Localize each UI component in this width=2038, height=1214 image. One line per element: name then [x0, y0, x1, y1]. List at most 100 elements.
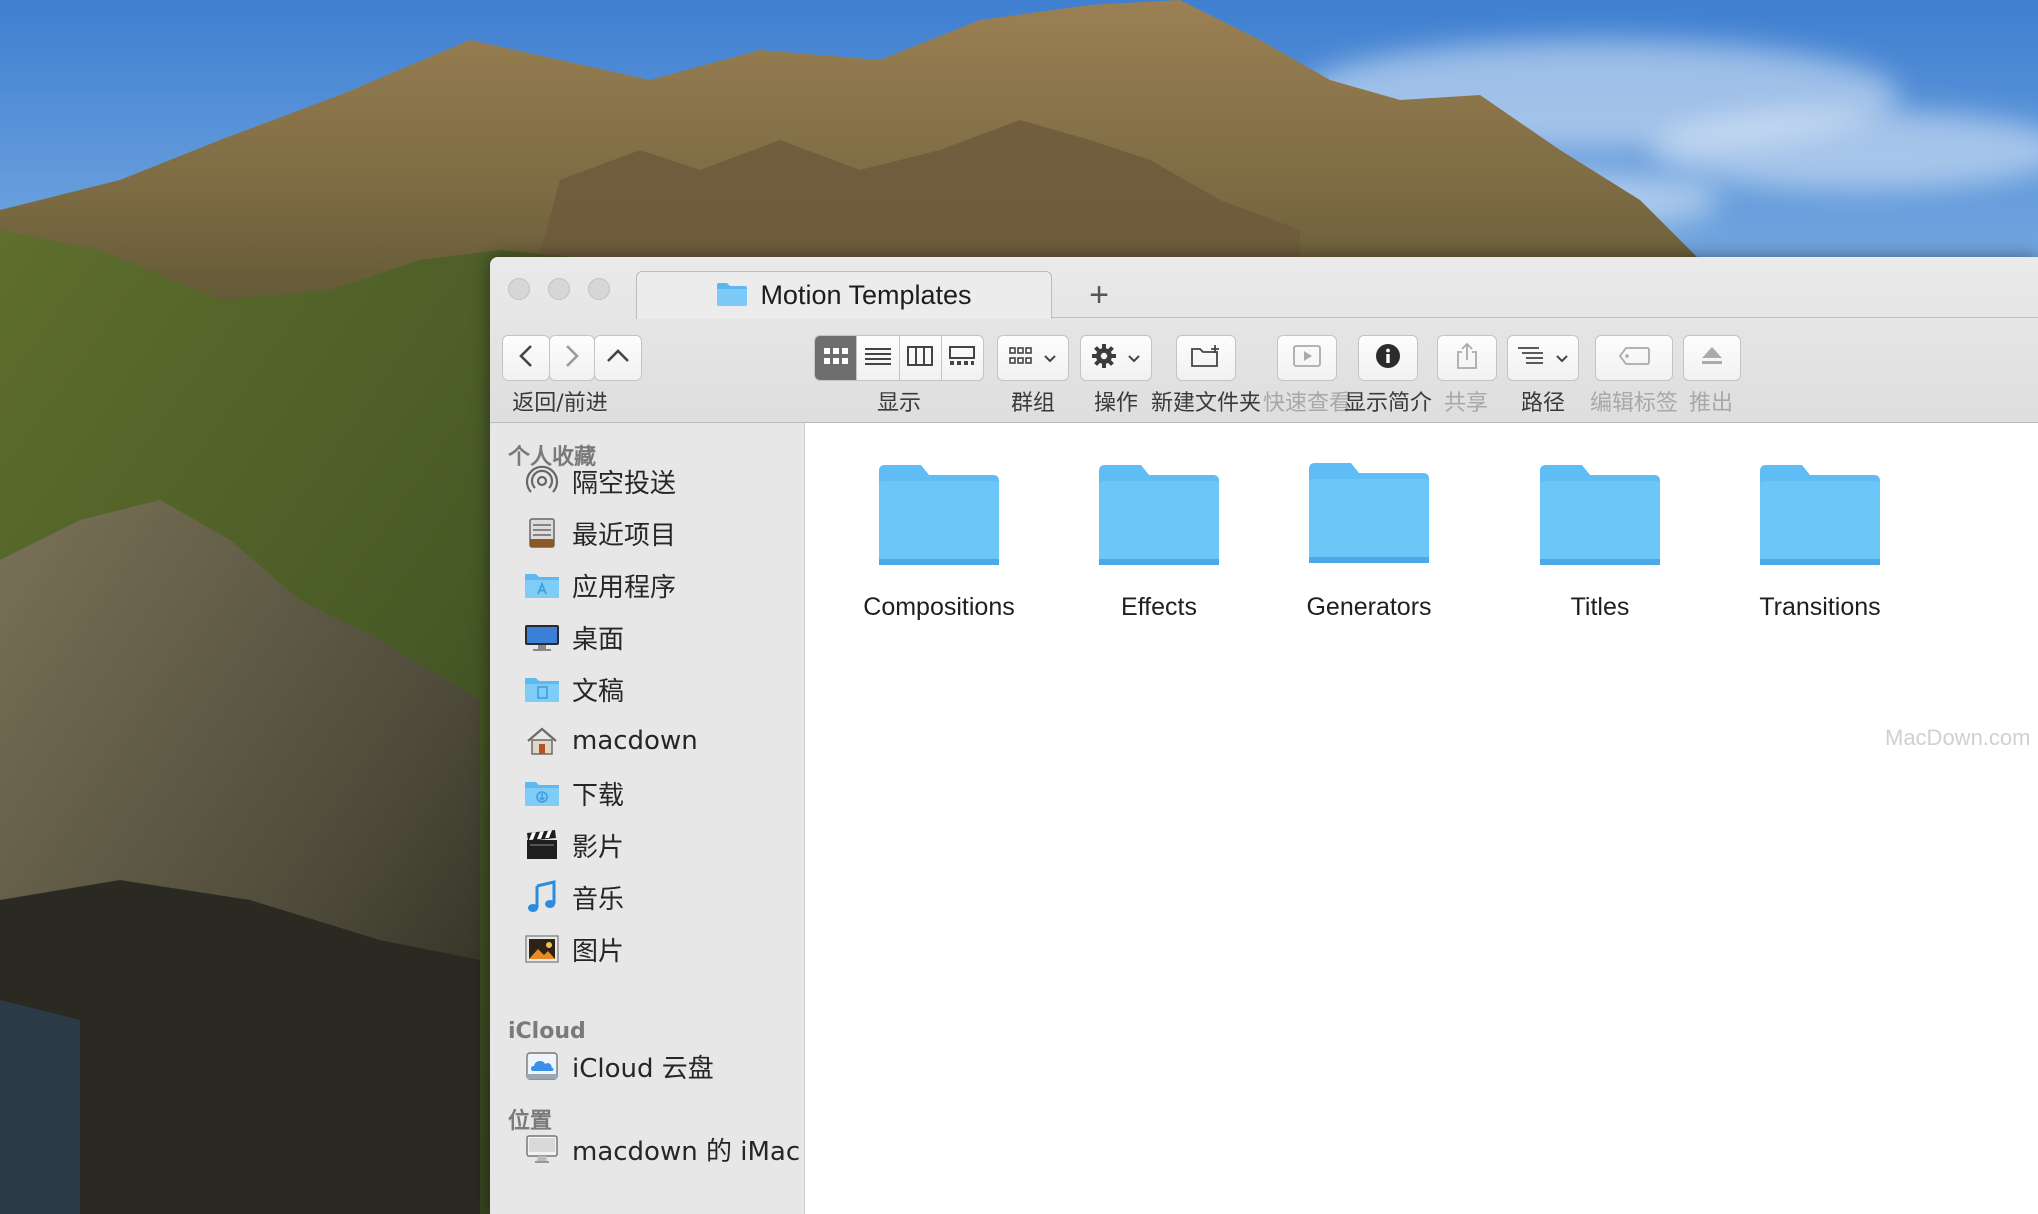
column-view-icon [907, 346, 934, 370]
sidebar-item-airdrop[interactable]: 隔空投送 [524, 461, 676, 501]
view-label: 显示 [876, 391, 922, 416]
desktop-icon [524, 619, 560, 655]
airdrop-icon [524, 463, 560, 499]
sidebar-item-downloads[interactable]: 下载 [524, 773, 624, 813]
back-button[interactable] [502, 335, 550, 381]
downloads-folder-icon [524, 775, 560, 811]
group-button[interactable] [997, 335, 1069, 381]
folder-icon [1758, 463, 1882, 571]
icloud-drive-icon [524, 1048, 560, 1084]
info-icon [1375, 343, 1401, 373]
sidebar-item-label: macdown 的 iMac [572, 1136, 801, 1167]
sidebar-item-movies[interactable]: 影片 [524, 825, 624, 865]
chevron-up-icon [605, 347, 631, 369]
sidebar-item-icloud-drive[interactable]: iCloud 云盘 [524, 1046, 714, 1086]
pictures-icon [524, 931, 560, 967]
chevron-left-icon [517, 343, 535, 373]
folder-icon [716, 281, 748, 311]
eject-button[interactable] [1683, 335, 1741, 381]
group-icon [1009, 347, 1033, 369]
sidebar-item-label: 文稿 [572, 676, 625, 707]
get-info-label: 显示简介 [1343, 391, 1433, 416]
music-icon [524, 879, 560, 915]
movies-icon [524, 827, 560, 863]
quick-look-button[interactable] [1277, 335, 1337, 381]
zoom-button[interactable] [588, 278, 610, 300]
share-icon [1456, 342, 1478, 374]
recents-icon [524, 515, 560, 551]
column-view-button[interactable] [900, 336, 942, 380]
folder-icon [877, 463, 1001, 571]
gear-icon [1091, 343, 1117, 373]
sidebar-item-label: 图片 [572, 936, 625, 967]
folder-item[interactable]: Transitions [1720, 463, 1920, 622]
finder-window: Motion Templates + 返回/前进 显示 群组 操作 新建文件夹 … [490, 257, 2038, 1214]
enclosing-folder-button[interactable] [594, 335, 642, 381]
sidebar: 个人收藏 隔空投送 最近项目 应用程序 桌面 文稿 macdown 下载 影片 … [490, 423, 805, 1214]
get-info-button[interactable] [1358, 335, 1418, 381]
folder-item[interactable]: Compositions [839, 463, 1039, 622]
list-view-button[interactable] [857, 336, 900, 380]
path-button[interactable] [1507, 335, 1579, 381]
folder-icon [1097, 463, 1221, 571]
folder-item[interactable]: Titles [1500, 463, 1700, 622]
close-button[interactable] [508, 278, 530, 300]
forward-button[interactable] [549, 335, 595, 381]
imac-icon [524, 1131, 560, 1167]
sidebar-item-desktop[interactable]: 桌面 [524, 617, 624, 657]
folder-label: Effects [1121, 593, 1197, 621]
chevron-right-icon [563, 343, 581, 373]
gallery-view-icon [949, 346, 976, 370]
folder-icon [1538, 463, 1662, 571]
new-folder-button[interactable] [1176, 335, 1236, 381]
tag-icon [1618, 346, 1650, 370]
sidebar-item-imac[interactable]: macdown 的 iMac [524, 1129, 800, 1169]
sidebar-item-label: macdown [572, 726, 698, 756]
sidebar-item-documents[interactable]: 文稿 [524, 669, 624, 709]
icon-view-button[interactable] [815, 336, 858, 380]
quick-look-label: 快速查看 [1262, 391, 1352, 416]
action-label: 操作 [1093, 391, 1139, 416]
sidebar-item-label: 隔空投送 [572, 468, 677, 499]
eject-icon [1700, 345, 1724, 371]
sidebar-item-home[interactable]: macdown [524, 721, 698, 761]
tab-motion-templates[interactable]: Motion Templates [636, 271, 1052, 319]
sidebar-item-label: 应用程序 [572, 572, 677, 603]
tab-title: Motion Templates [760, 280, 972, 310]
sidebar-item-music[interactable]: 音乐 [524, 877, 624, 917]
path-list-icon [1517, 346, 1545, 370]
chevron-down-icon [1043, 349, 1057, 368]
new-folder-label: 新建文件夹 [1150, 391, 1262, 416]
applications-folder-icon [524, 567, 560, 603]
sidebar-item-applications[interactable]: 应用程序 [524, 565, 676, 605]
folder-label: Compositions [863, 593, 1015, 621]
chevron-down-icon [1127, 349, 1141, 368]
icon-view-icon [823, 347, 848, 369]
home-icon [524, 723, 560, 759]
sidebar-item-recents[interactable]: 最近项目 [524, 513, 676, 553]
folder-icon [1307, 463, 1431, 571]
folder-item[interactable]: Effects [1059, 463, 1259, 622]
minimize-button[interactable] [548, 278, 570, 300]
group-label: 群组 [1010, 391, 1056, 416]
path-label: 路径 [1520, 391, 1566, 416]
new-tab-button[interactable]: + [1074, 271, 1124, 319]
gallery-view-button[interactable] [942, 336, 983, 380]
share-button[interactable] [1437, 335, 1497, 381]
tab-bar: Motion Templates + [636, 271, 2038, 319]
watermark: MacDown.com [1885, 725, 2031, 750]
folder-label: Titles [1570, 593, 1630, 621]
list-view-icon [864, 347, 891, 369]
folder-item[interactable]: Generators [1269, 463, 1469, 622]
sidebar-item-label: iCloud 云盘 [572, 1053, 714, 1084]
titlebar: Motion Templates + 返回/前进 显示 群组 操作 新建文件夹 … [490, 257, 2038, 423]
edit-tags-button[interactable] [1595, 335, 1673, 381]
nav-label: 返回/前进 [512, 391, 608, 416]
share-label: 共享 [1443, 391, 1489, 416]
chevron-down-icon [1555, 349, 1569, 368]
sidebar-item-label: 下载 [572, 780, 625, 811]
icloud-header: iCloud [508, 1019, 586, 1044]
action-button[interactable] [1080, 335, 1152, 381]
sidebar-item-pictures[interactable]: 图片 [524, 929, 624, 969]
file-browser-content: Compositions Effects Generators Titles T… [805, 423, 2038, 1214]
